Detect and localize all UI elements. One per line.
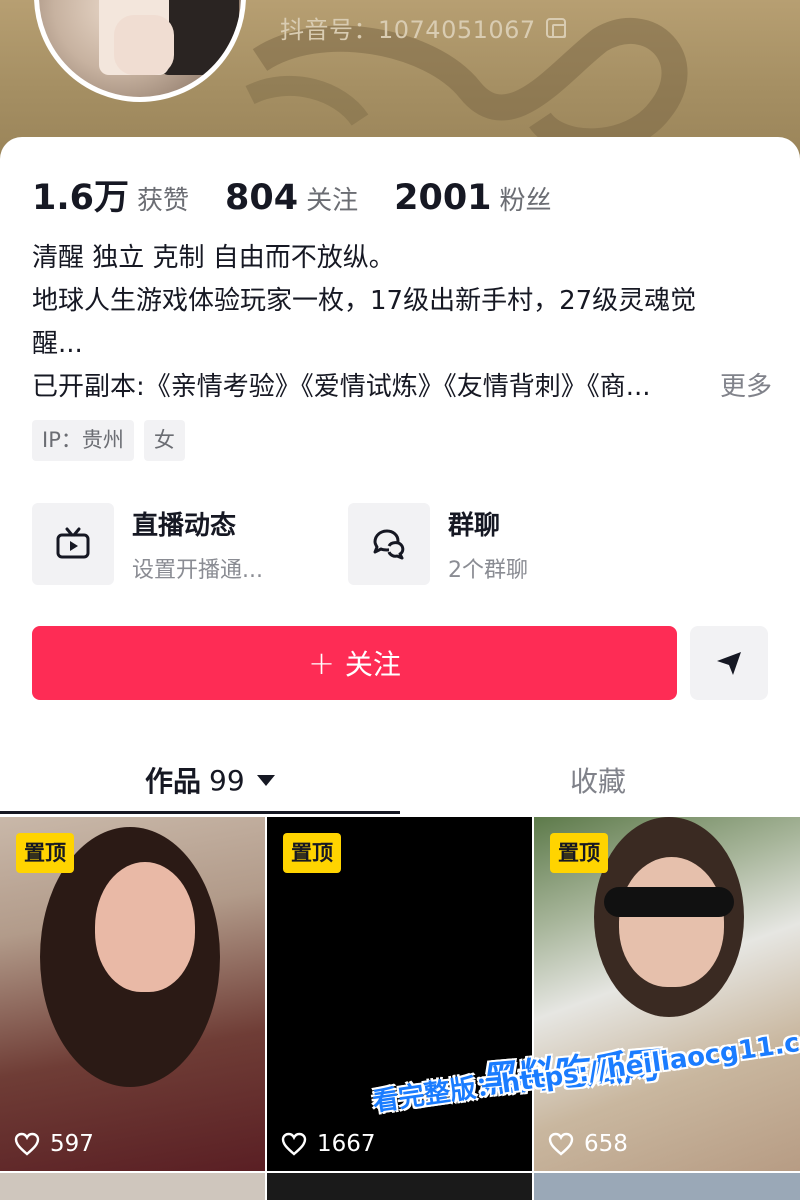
chat-bubbles-icon (348, 503, 430, 585)
video-likes: 597 (14, 1131, 94, 1157)
gender-tag: 女 (143, 420, 185, 461)
bio-line: 地球人生游戏体验玩家一枚，17级出新手村，27级灵魂觉 (32, 286, 697, 316)
heart-icon (281, 1132, 307, 1156)
bio-line: 清醒 独立 克制 自由而不放纵。 (32, 243, 395, 273)
stat-following[interactable]: 804 关注 (225, 178, 358, 218)
group-chat-entry[interactable]: 群聊 2个群聊 (348, 503, 528, 585)
bio-line: 醒... (32, 329, 83, 359)
bio-more-row: 已开副本:《亲情考验》《爱情试炼》《友情背刺》《商... 更多 (32, 366, 772, 409)
video-thumbnail[interactable] (534, 1173, 800, 1200)
content-tabs: 作品 99 收藏 (0, 743, 800, 817)
video-likes: 1667 (281, 1131, 376, 1157)
heart-icon (548, 1132, 574, 1156)
tv-icon (32, 503, 114, 585)
stat-likes[interactable]: 1.6万 获赞 (32, 169, 189, 220)
profile-banner: 抖音号：1074051067 (0, 0, 800, 160)
stat-label: 关注 (306, 186, 359, 216)
tab-favorites[interactable]: 收藏 (570, 743, 626, 817)
video-thumbnail[interactable] (267, 1173, 532, 1200)
plus-icon: + (308, 644, 335, 682)
video-grid: 置顶 597 置顶 1667 置顶 658 (0, 817, 800, 1171)
stat-label: 粉丝 (499, 186, 552, 216)
active-tab-indicator (0, 811, 400, 814)
video-thumbnail[interactable]: 置顶 1667 (267, 817, 532, 1171)
heart-icon (14, 1132, 40, 1156)
video-likes: 658 (548, 1131, 628, 1157)
send-icon (717, 652, 741, 675)
tab-works[interactable]: 作品 99 (145, 743, 275, 817)
thumbnail-figure (619, 857, 724, 987)
stat-value: 1.6万 (32, 178, 130, 218)
bio-more-link[interactable]: 更多 (720, 366, 772, 409)
copy-icon[interactable] (545, 17, 566, 38)
video-thumbnail[interactable] (0, 1173, 265, 1200)
profile-tags: IP：贵州 女 (32, 420, 185, 461)
bio-line: 已开副本:《亲情考验》《爱情试炼》《友情背刺》《商... (32, 372, 651, 402)
pinned-badge: 置顶 (16, 833, 74, 873)
tab-works-label: 作品 (145, 765, 202, 798)
profile-stats: 1.6万 获赞 804 关注 2001 粉丝 (32, 169, 588, 220)
tab-favorites-label: 收藏 (570, 765, 627, 798)
tab-works-count: 99 (209, 763, 245, 797)
thumbnail-figure (95, 862, 195, 992)
live-updates-subtitle: 设置开播通... (132, 557, 263, 583)
video-thumbnail[interactable]: 置顶 658 (534, 817, 800, 1171)
video-grid-row (0, 1173, 800, 1200)
share-button[interactable] (690, 626, 768, 700)
video-likes-count: 597 (50, 1131, 94, 1157)
douyin-id: 抖音号：1074051067 (280, 10, 566, 45)
stat-label: 获赞 (137, 186, 190, 216)
ip-location-tag: IP：贵州 (32, 420, 134, 461)
live-updates-entry[interactable]: 直播动态 设置开播通... (32, 503, 263, 585)
caret-down-icon[interactable] (256, 774, 275, 786)
avatar-figure (114, 15, 174, 75)
follow-button-label: 关注 (344, 648, 401, 681)
pinned-badge: 置顶 (283, 833, 341, 873)
group-chat-title: 群聊 (448, 510, 501, 541)
video-likes-count: 658 (584, 1131, 628, 1157)
pinned-badge: 置顶 (550, 833, 608, 873)
stat-followers[interactable]: 2001 粉丝 (394, 178, 551, 218)
video-likes-count: 1667 (317, 1131, 376, 1157)
stat-value: 804 (225, 178, 299, 218)
sunglasses (604, 887, 734, 917)
douyin-id-text: 抖音号：1074051067 (280, 16, 536, 44)
stat-value: 2001 (394, 178, 492, 218)
video-thumbnail[interactable]: 置顶 597 (0, 817, 265, 1171)
follow-button[interactable]: + 关注 (32, 626, 677, 700)
bio: 清醒 独立 克制 自由而不放纵。 地球人生游戏体验玩家一枚，17级出新手村，27… (32, 237, 772, 409)
group-chat-subtitle: 2个群聊 (448, 557, 528, 583)
live-updates-title: 直播动态 (132, 510, 237, 541)
